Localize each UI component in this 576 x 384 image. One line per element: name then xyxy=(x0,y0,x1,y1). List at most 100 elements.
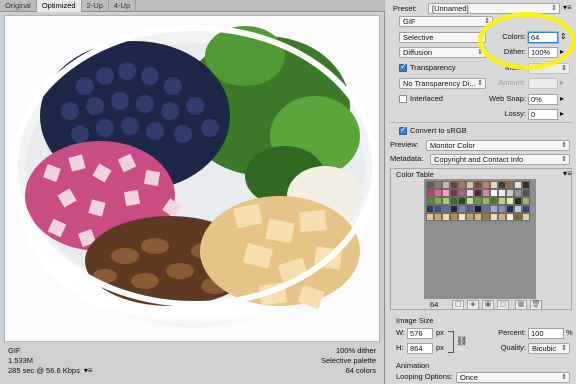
color-swatch[interactable] xyxy=(514,181,522,189)
tab-original[interactable]: Original xyxy=(0,0,37,12)
color-swatch[interactable] xyxy=(490,213,498,221)
preview-select[interactable]: Monitor Color ⇕ xyxy=(426,140,570,151)
color-swatch[interactable] xyxy=(522,213,530,221)
color-swatch[interactable] xyxy=(482,197,490,205)
panel-menu-icon[interactable]: ▾≡ xyxy=(84,366,93,375)
amount-input[interactable] xyxy=(528,78,558,89)
add-color-icon[interactable]: ▦ xyxy=(515,300,527,310)
color-swatch[interactable] xyxy=(426,197,434,205)
color-swatch[interactable] xyxy=(450,197,458,205)
color-swatch[interactable] xyxy=(426,181,434,189)
web-shift-icon[interactable]: ◈ xyxy=(467,300,479,310)
delete-color-icon[interactable]: 🗑 xyxy=(530,300,542,310)
color-swatch[interactable] xyxy=(450,213,458,221)
color-swatch[interactable] xyxy=(514,205,522,213)
color-swatch[interactable] xyxy=(474,189,482,197)
color-swatch[interactable] xyxy=(458,181,466,189)
amount-stepper-icon[interactable]: ▸ xyxy=(560,78,564,87)
color-swatch[interactable] xyxy=(426,205,434,213)
color-swatch[interactable] xyxy=(506,213,514,221)
color-swatch[interactable] xyxy=(498,213,506,221)
color-swatch[interactable] xyxy=(442,213,450,221)
preset-select[interactable]: [Unnamed] ⇕ xyxy=(428,3,560,14)
height-input[interactable]: 864 xyxy=(407,343,433,354)
color-swatch[interactable] xyxy=(442,181,450,189)
color-swatch[interactable] xyxy=(482,181,490,189)
color-swatch[interactable] xyxy=(490,205,498,213)
color-swatch[interactable] xyxy=(514,213,522,221)
color-swatch[interactable] xyxy=(442,205,450,213)
tab-optimized[interactable]: Optimized xyxy=(36,0,82,12)
transparency-checkbox[interactable] xyxy=(399,62,407,72)
color-swatch[interactable] xyxy=(426,213,434,221)
color-swatch[interactable] xyxy=(482,205,490,213)
color-swatch[interactable] xyxy=(482,189,490,197)
color-swatch[interactable] xyxy=(466,213,474,221)
color-swatch[interactable] xyxy=(426,189,434,197)
tab-4-up[interactable]: 4-Up xyxy=(109,0,137,12)
color-swatch[interactable] xyxy=(458,205,466,213)
new-color-icon[interactable]: ◻ xyxy=(497,300,509,310)
color-swatch[interactable] xyxy=(466,189,474,197)
color-swatch[interactable] xyxy=(434,197,442,205)
interlaced-checkbox[interactable] xyxy=(399,95,407,103)
color-swatch[interactable] xyxy=(458,197,466,205)
color-swatch[interactable] xyxy=(458,213,466,221)
tab-2-up[interactable]: 2-Up xyxy=(82,0,109,12)
color-swatch[interactable] xyxy=(506,197,514,205)
color-swatch[interactable] xyxy=(514,189,522,197)
web-snap-stepper-icon[interactable]: ▸ xyxy=(560,94,564,103)
color-swatch[interactable] xyxy=(434,181,442,189)
convert-srgb-checkbox[interactable] xyxy=(399,125,407,135)
color-swatch[interactable] xyxy=(482,213,490,221)
web-snap-input[interactable]: 0% xyxy=(528,94,558,105)
color-swatch[interactable] xyxy=(506,205,514,213)
color-swatch[interactable] xyxy=(442,189,450,197)
color-swatch[interactable] xyxy=(434,205,442,213)
color-swatch[interactable] xyxy=(474,213,482,221)
color-swatch[interactable] xyxy=(498,197,506,205)
color-swatch[interactable] xyxy=(522,181,530,189)
color-swatch[interactable] xyxy=(450,189,458,197)
color-swatch[interactable] xyxy=(442,197,450,205)
quality-select[interactable]: Bicubic ⇕ xyxy=(528,343,570,354)
color-swatch[interactable] xyxy=(474,181,482,189)
dither-stepper-icon[interactable]: ▸ xyxy=(560,47,564,56)
image-preview-canvas[interactable] xyxy=(4,15,380,342)
dither-input[interactable]: 100% xyxy=(528,47,558,58)
color-swatch[interactable] xyxy=(522,189,530,197)
lossy-stepper-icon[interactable]: ▸ xyxy=(560,109,564,118)
color-swatch[interactable] xyxy=(474,205,482,213)
link-icon[interactable]: ⛓ xyxy=(456,336,467,347)
color-swatch[interactable] xyxy=(450,205,458,213)
color-swatch[interactable] xyxy=(434,213,442,221)
color-swatch[interactable] xyxy=(498,181,506,189)
color-swatch[interactable] xyxy=(450,181,458,189)
color-swatch[interactable] xyxy=(466,205,474,213)
colors-stepper-icon[interactable]: ⇕ xyxy=(560,32,567,41)
lock-color-icon[interactable]: ▣ xyxy=(482,300,494,310)
color-swatch[interactable] xyxy=(490,197,498,205)
color-swatch[interactable] xyxy=(506,181,514,189)
color-swatch[interactable] xyxy=(522,205,530,213)
color-swatch[interactable] xyxy=(490,181,498,189)
color-swatch[interactable] xyxy=(498,205,506,213)
color-swatch[interactable] xyxy=(466,181,474,189)
transparency-dither-select[interactable]: No Transparency Di... ⇕ xyxy=(399,78,486,89)
color-swatch[interactable] xyxy=(490,189,498,197)
color-reduction-select[interactable]: Selective ⇕ xyxy=(399,32,486,43)
preset-menu-icon[interactable]: ▾≡ xyxy=(563,3,572,12)
width-input[interactable]: 576 xyxy=(407,328,433,339)
color-swatch[interactable] xyxy=(458,189,466,197)
lossy-input[interactable]: 0 xyxy=(528,109,558,120)
percent-input[interactable]: 100 xyxy=(528,328,564,339)
map-transparent-icon[interactable]: ▢ xyxy=(452,300,464,310)
dither-algorithm-select[interactable]: Diffusion ⇕ xyxy=(399,47,486,58)
color-swatch[interactable] xyxy=(522,197,530,205)
color-swatch[interactable] xyxy=(474,197,482,205)
color-table-menu-icon[interactable]: ▾≡ xyxy=(563,169,572,178)
color-swatch[interactable] xyxy=(514,197,522,205)
color-swatch[interactable] xyxy=(466,197,474,205)
color-swatch[interactable] xyxy=(498,189,506,197)
file-format-select[interactable]: GIF ⇕ xyxy=(399,16,493,27)
